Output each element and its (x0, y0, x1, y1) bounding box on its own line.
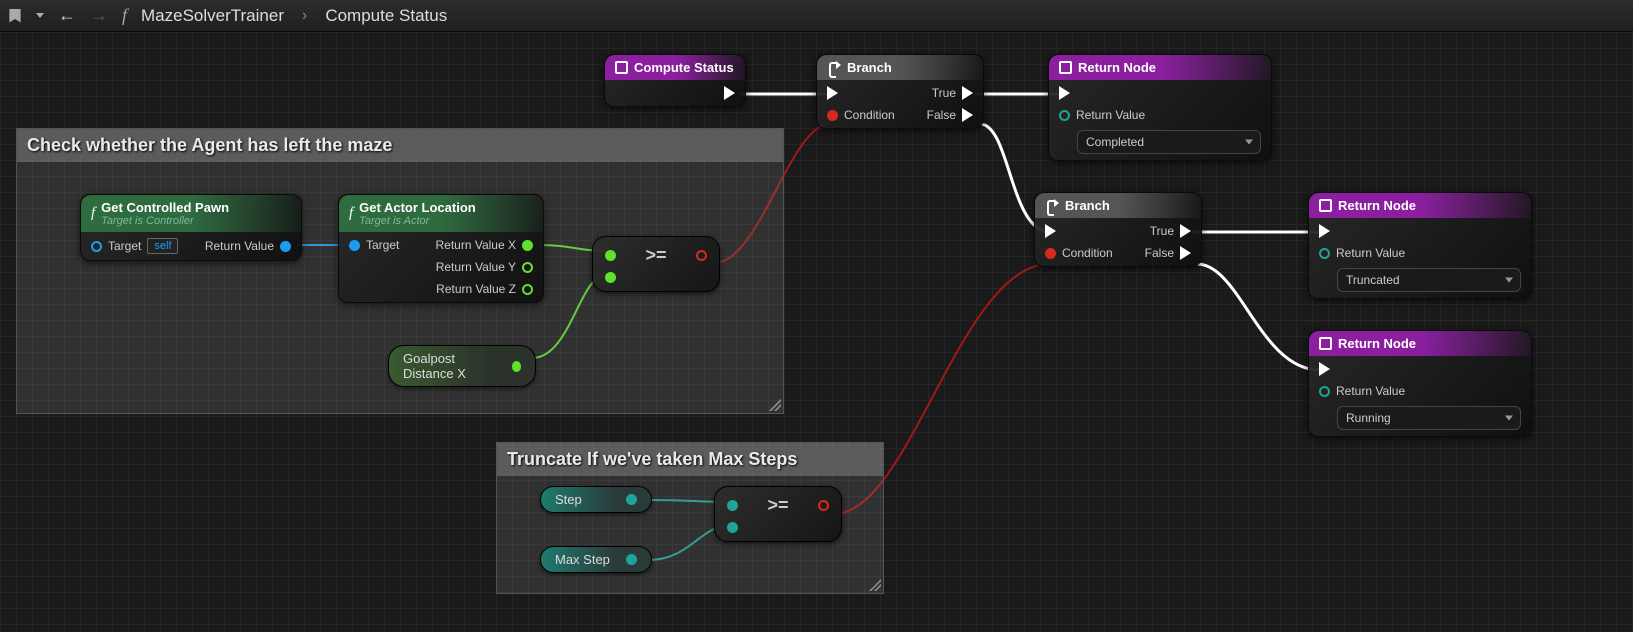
exec-out-pin[interactable] (724, 86, 735, 100)
branch-icon (1045, 199, 1059, 213)
return-value-pin[interactable]: Return Value (1319, 246, 1405, 260)
false-pin[interactable]: False (1145, 246, 1191, 260)
return-icon (1319, 337, 1332, 350)
target-pin[interactable]: Target (349, 238, 399, 252)
resize-handle[interactable] (769, 399, 781, 411)
node-branch-1[interactable]: Branch True Condition False (816, 54, 984, 129)
var-label: Goalpost Distance X (403, 351, 504, 381)
function-icon: f (349, 205, 353, 222)
output-pin[interactable] (818, 500, 829, 511)
node-branch-2[interactable]: Branch True Condition False (1034, 192, 1202, 267)
node-title: Return Node (1338, 336, 1416, 351)
exec-in-pin[interactable] (1045, 224, 1056, 238)
breadcrumb-current[interactable]: Compute Status (325, 6, 447, 26)
branch-icon (827, 61, 841, 75)
condition-pin[interactable]: Condition (1045, 246, 1113, 260)
return-icon (1319, 199, 1332, 212)
exec-in-pin[interactable] (1059, 86, 1070, 100)
return-value-pin[interactable]: Return Value (1319, 384, 1405, 398)
false-pin[interactable]: False (927, 108, 973, 122)
return-value-select[interactable]: Truncated (1337, 268, 1521, 292)
exec-in-pin[interactable] (827, 86, 838, 100)
return-z-pin[interactable]: Return Value Z (436, 282, 533, 296)
node-return-running[interactable]: Return Node Return Value Running (1308, 330, 1532, 437)
nav-forward-button: → (90, 5, 108, 26)
operator-label: >= (767, 495, 788, 516)
return-y-pin[interactable]: Return Value Y (436, 260, 533, 274)
target-pin[interactable]: Targetself (91, 238, 178, 254)
return-icon (1059, 61, 1072, 74)
var-goalpost-distance-x[interactable]: Goalpost Distance X (388, 345, 536, 387)
nav-back-button[interactable]: ← (58, 5, 76, 26)
return-value-select[interactable]: Completed (1077, 130, 1261, 154)
node-get-controlled-pawn[interactable]: f Get Controlled Pawn Target is Controll… (80, 194, 302, 261)
input-a-pin[interactable] (605, 250, 616, 261)
exec-in-pin[interactable] (1319, 362, 1330, 376)
true-pin[interactable]: True (1150, 224, 1191, 238)
function-icon: f (91, 205, 95, 222)
graph-canvas[interactable]: Check whether the Agent has left the maz… (0, 32, 1633, 632)
bookmark-dropdown-icon[interactable] (36, 13, 44, 18)
return-value-pin[interactable]: Return Value (1059, 108, 1145, 122)
node-title: Compute Status (634, 60, 734, 75)
node-title: Return Node (1338, 198, 1416, 213)
exec-in-pin[interactable] (1319, 224, 1330, 238)
node-greater-equal-float[interactable]: >= (592, 236, 720, 292)
input-a-pin[interactable] (727, 500, 738, 511)
return-value-select[interactable]: Running (1337, 406, 1521, 430)
var-label: Max Step (555, 552, 610, 567)
node-title: Get Controlled Pawn (101, 200, 229, 215)
node-return-completed[interactable]: Return Node Return Value Completed (1048, 54, 1272, 161)
node-get-actor-location[interactable]: f Get Actor Location Target is Actor Tar… (338, 194, 544, 303)
var-max-step[interactable]: Max Step (540, 546, 652, 573)
entry-icon (615, 61, 628, 74)
node-title: Get Actor Location (359, 200, 476, 215)
operator-label: >= (645, 245, 666, 266)
var-step[interactable]: Step (540, 486, 652, 513)
resize-handle[interactable] (869, 579, 881, 591)
var-label: Step (555, 492, 582, 507)
node-subtitle: Target is Controller (101, 215, 229, 227)
output-pin[interactable] (626, 554, 637, 565)
toolbar: ← → f MazeSolverTrainer › Compute Status (0, 0, 1633, 32)
node-title: Branch (1065, 198, 1110, 213)
bookmark-icon[interactable] (8, 9, 22, 23)
comment-title[interactable]: Check whether the Agent has left the maz… (17, 129, 783, 162)
input-b-pin[interactable] (727, 522, 738, 533)
breadcrumb-parent[interactable]: MazeSolverTrainer (141, 6, 284, 26)
breadcrumb-separator: › (302, 7, 307, 25)
output-pin[interactable] (626, 494, 637, 505)
return-x-pin[interactable]: Return Value X (436, 238, 534, 252)
output-pin[interactable] (696, 250, 707, 261)
comment-title[interactable]: Truncate If we've taken Max Steps (497, 443, 883, 476)
input-b-pin[interactable] (605, 272, 616, 283)
node-return-truncated[interactable]: Return Node Return Value Truncated (1308, 192, 1532, 299)
self-target: self (147, 238, 178, 254)
node-compute-status[interactable]: Compute Status (604, 54, 746, 107)
function-icon: f (122, 5, 127, 26)
node-title: Return Node (1078, 60, 1156, 75)
node-title: Branch (847, 60, 892, 75)
return-value-pin[interactable]: Return Value (205, 239, 291, 253)
output-pin[interactable] (512, 361, 521, 372)
node-subtitle: Target is Actor (359, 215, 476, 227)
true-pin[interactable]: True (932, 86, 973, 100)
condition-pin[interactable]: Condition (827, 108, 895, 122)
node-greater-equal-int[interactable]: >= (714, 486, 842, 542)
